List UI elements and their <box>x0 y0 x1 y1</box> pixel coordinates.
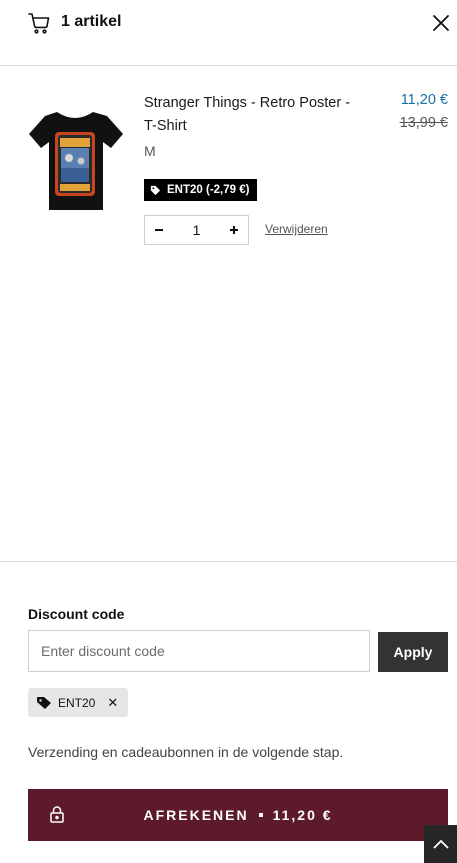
decrease-quantity-button[interactable] <box>145 216 173 244</box>
increase-quantity-button[interactable] <box>220 216 248 244</box>
applied-discount-code: ENT20 <box>58 695 96 710</box>
item-variant: M <box>144 143 156 159</box>
checkout-text: AFREKENEN <box>143 807 249 823</box>
checkout-button[interactable]: AFREKENEN 11,20 € <box>28 789 448 841</box>
plus-icon <box>229 226 238 234</box>
tshirt-image[interactable] <box>27 106 123 214</box>
checkout-total: 11,20 € <box>272 807 333 823</box>
footer-divider <box>0 561 457 562</box>
scroll-to-top-button[interactable] <box>424 825 457 863</box>
checkout-separator <box>258 813 263 817</box>
discount-code-input[interactable] <box>28 630 370 672</box>
quantity-stepper: 1 <box>144 215 249 245</box>
discount-code-label: Discount code <box>28 606 125 622</box>
checkout-label: AFREKENEN 11,20 € <box>143 807 332 823</box>
close-icon[interactable] <box>430 12 452 34</box>
cart-icon <box>28 13 50 34</box>
shipping-note: Verzending en cadeaubonnen in de volgend… <box>28 744 344 760</box>
applied-discount-chip: ENT20 ✕ <box>28 688 129 717</box>
remove-discount-button[interactable]: ✕ <box>107 695 118 711</box>
remove-item-link[interactable]: Verwijderen <box>265 222 328 236</box>
item-name[interactable]: Stranger Things - Retro Poster - T-Shirt <box>144 92 359 138</box>
tag-icon <box>37 696 51 709</box>
item-price-original: 13,99 € <box>399 115 448 131</box>
item-price-current: 11,20 € <box>400 92 448 108</box>
quantity-value[interactable]: 1 <box>193 222 201 238</box>
discount-badge: ENT20 (-2,79 €) <box>144 179 258 201</box>
discount-badge-label: ENT20 (-2,79 €) <box>167 184 250 196</box>
cart-title: 1 artikel <box>61 13 122 30</box>
minus-icon <box>155 229 163 231</box>
cart-header: 1 artikel <box>0 0 457 66</box>
lock-icon <box>50 806 64 823</box>
tag-icon <box>150 185 161 195</box>
apply-discount-button[interactable]: Apply <box>378 632 448 672</box>
chevron-up-icon <box>432 839 449 849</box>
